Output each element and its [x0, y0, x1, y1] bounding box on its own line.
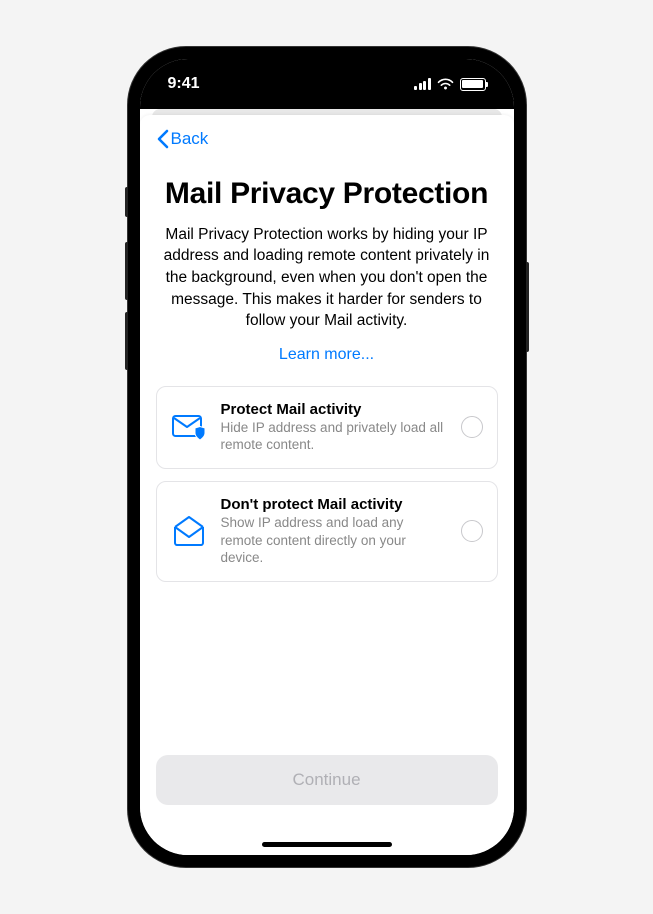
option-dont-protect[interactable]: Don't protect Mail activity Show IP addr… — [156, 481, 498, 582]
options-list: Protect Mail activity Hide IP address an… — [156, 386, 498, 582]
home-indicator[interactable] — [262, 842, 392, 847]
radio-unselected[interactable] — [461, 520, 483, 542]
option-subtitle: Hide IP address and privately load all r… — [221, 419, 447, 454]
page-description: Mail Privacy Protection works by hiding … — [156, 224, 498, 332]
back-button[interactable]: Back — [156, 129, 498, 149]
phone-volume-down — [125, 312, 128, 370]
continue-button[interactable]: Continue — [156, 755, 498, 805]
dynamic-island — [272, 61, 382, 93]
option-title: Protect Mail activity — [221, 401, 447, 418]
envelope-open-icon — [171, 515, 207, 547]
status-time: 9:41 — [168, 75, 200, 93]
option-title: Don't protect Mail activity — [221, 496, 447, 513]
option-subtitle: Show IP address and load any remote cont… — [221, 514, 447, 567]
envelope-shield-icon — [171, 412, 207, 442]
phone-silent-switch — [125, 187, 128, 217]
learn-more-link[interactable]: Learn more... — [156, 346, 498, 364]
option-text: Protect Mail activity Hide IP address an… — [221, 401, 447, 454]
back-label: Back — [171, 129, 209, 149]
battery-icon — [460, 78, 486, 91]
phone-frame: 9:41 — [128, 47, 526, 867]
phone-volume-up — [125, 242, 128, 300]
screen: 9:41 — [140, 59, 514, 855]
wifi-icon — [437, 78, 454, 90]
radio-unselected[interactable] — [461, 416, 483, 438]
phone-power-button — [526, 262, 529, 352]
option-text: Don't protect Mail activity Show IP addr… — [221, 496, 447, 567]
page-title: Mail Privacy Protection — [156, 177, 498, 212]
status-icons — [414, 78, 486, 91]
chevron-left-icon — [156, 129, 169, 149]
option-protect[interactable]: Protect Mail activity Hide IP address an… — [156, 386, 498, 469]
cellular-signal-icon — [414, 78, 431, 90]
content-sheet: Back Mail Privacy Protection Mail Privac… — [140, 115, 514, 855]
